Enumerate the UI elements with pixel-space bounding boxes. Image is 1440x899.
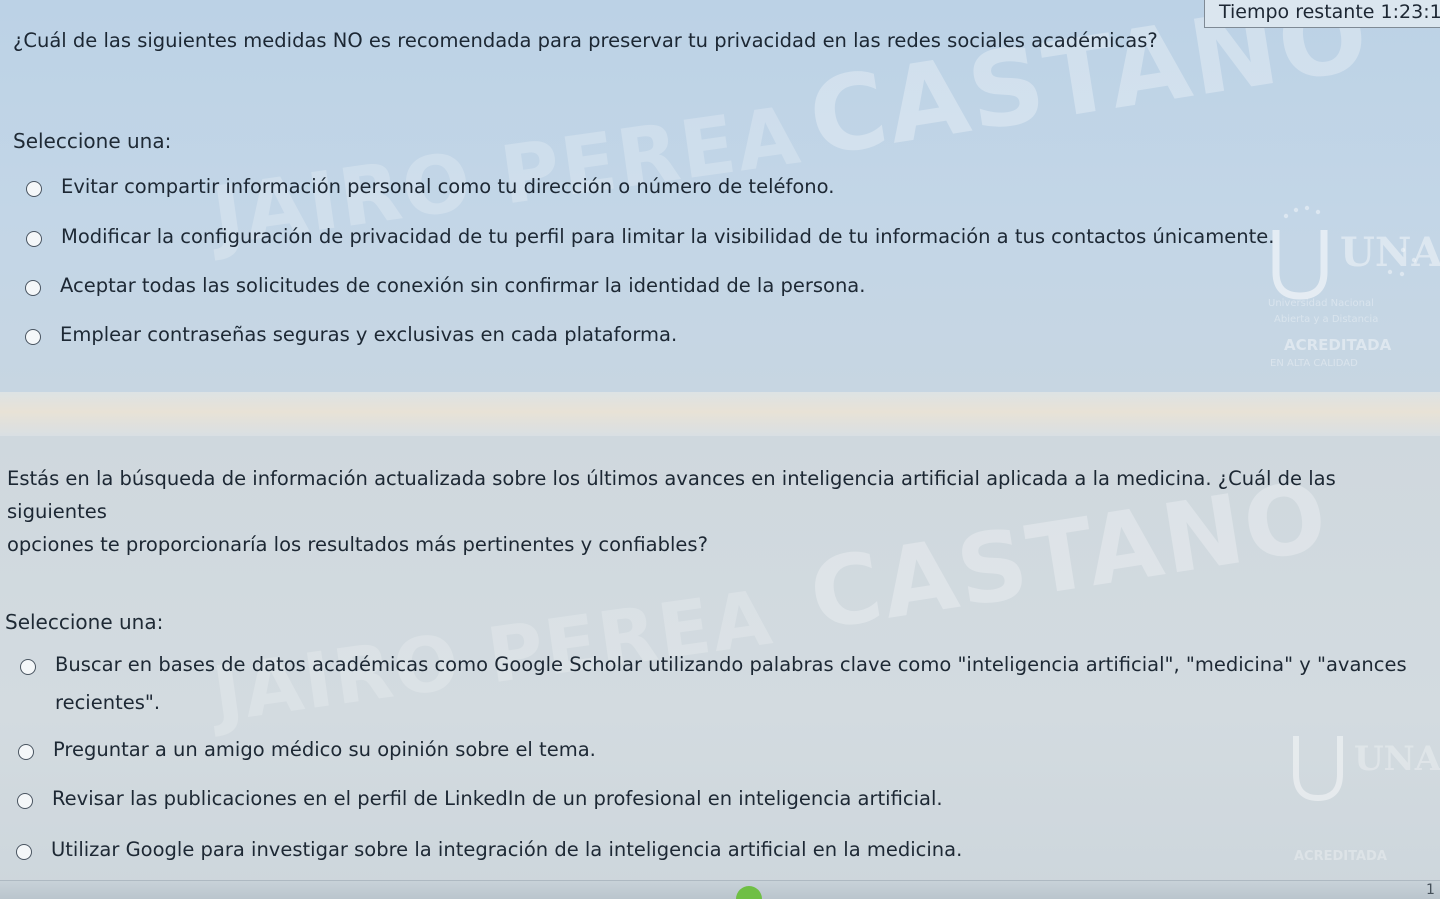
question-1-option-c[interactable]: Aceptar todas las solicitudes de conexió… <box>25 274 865 305</box>
quiz-page: CASTANO JAIRO PEREA UNAD Universidad Nac… <box>0 0 1440 899</box>
radio-button[interactable] <box>26 231 42 247</box>
question-2-text-line-1: Estás en la búsqueda de información actu… <box>7 467 1336 523</box>
time-remaining: Tiempo restante 1:23:11 <box>1204 0 1440 28</box>
timer-value: 1:23:11 <box>1380 1 1440 23</box>
radio-button[interactable] <box>25 280 41 296</box>
question-2-option-a[interactable]: Buscar en bases de datos académicas como… <box>20 653 1407 722</box>
question-separator <box>0 392 1440 436</box>
timer-label: Tiempo restante <box>1219 1 1375 23</box>
bottom-bar <box>0 880 1440 899</box>
question-1-option-a[interactable]: Evitar compartir información personal co… <box>26 175 834 206</box>
logo-subtitle-2: Abierta y a Distancia <box>1274 314 1378 325</box>
option-label: Buscar en bases de datos académicas como… <box>55 646 1407 722</box>
logo-subtitle-1: Universidad Nacional <box>1268 298 1374 309</box>
option-label-line-1: Buscar en bases de datos académicas como… <box>55 653 1407 676</box>
option-label: Emplear contraseñas seguras y exclusivas… <box>60 323 678 346</box>
question-2-option-c[interactable]: Revisar las publicaciones en el perfil d… <box>17 787 943 818</box>
radio-button[interactable] <box>17 793 33 809</box>
question-2-text-line-2: opciones te proporcionaría los resultado… <box>7 533 708 556</box>
option-label: Preguntar a un amigo médico su opinión s… <box>53 738 596 761</box>
question-1-panel: CASTANO JAIRO PEREA UNAD Universidad Nac… <box>0 0 1440 392</box>
radio-button[interactable] <box>18 744 34 760</box>
question-2-text: Estás en la búsqueda de información actu… <box>7 462 1440 561</box>
question-1-option-b[interactable]: Modificar la configuración de privacidad… <box>26 225 1274 256</box>
option-label: Aceptar todas las solicitudes de conexió… <box>60 274 866 297</box>
logo-brand: UNAD <box>1340 229 1440 276</box>
question-1-select-label: Seleccione una: <box>13 129 172 153</box>
radio-button[interactable] <box>16 844 32 860</box>
page-number: 1 <box>1426 882 1435 898</box>
logo-badge: ACREDITADA <box>1284 336 1392 354</box>
radio-button[interactable] <box>25 329 41 345</box>
radio-button[interactable] <box>20 659 36 675</box>
option-label: Modificar la configuración de privacidad… <box>61 225 1275 248</box>
logo-badge-sub: EN ALTA CALIDAD <box>1270 358 1358 369</box>
option-label: Revisar las publicaciones en el perfil d… <box>52 787 943 810</box>
radio-button[interactable] <box>26 181 42 197</box>
option-label-line-2: recientes". <box>55 691 161 714</box>
question-2-option-b[interactable]: Preguntar a un amigo médico su opinión s… <box>18 738 596 769</box>
question-2-select-label: Seleccione una: <box>5 610 164 634</box>
question-2-option-d[interactable]: Utilizar Google para investigar sobre la… <box>16 838 962 869</box>
question-1-text: ¿Cuál de las siguientes medidas NO es re… <box>13 29 1158 52</box>
option-label: Utilizar Google para investigar sobre la… <box>51 838 963 861</box>
option-label: Evitar compartir información personal co… <box>61 175 835 198</box>
question-1-option-d[interactable]: Emplear contraseñas seguras y exclusivas… <box>25 323 677 354</box>
